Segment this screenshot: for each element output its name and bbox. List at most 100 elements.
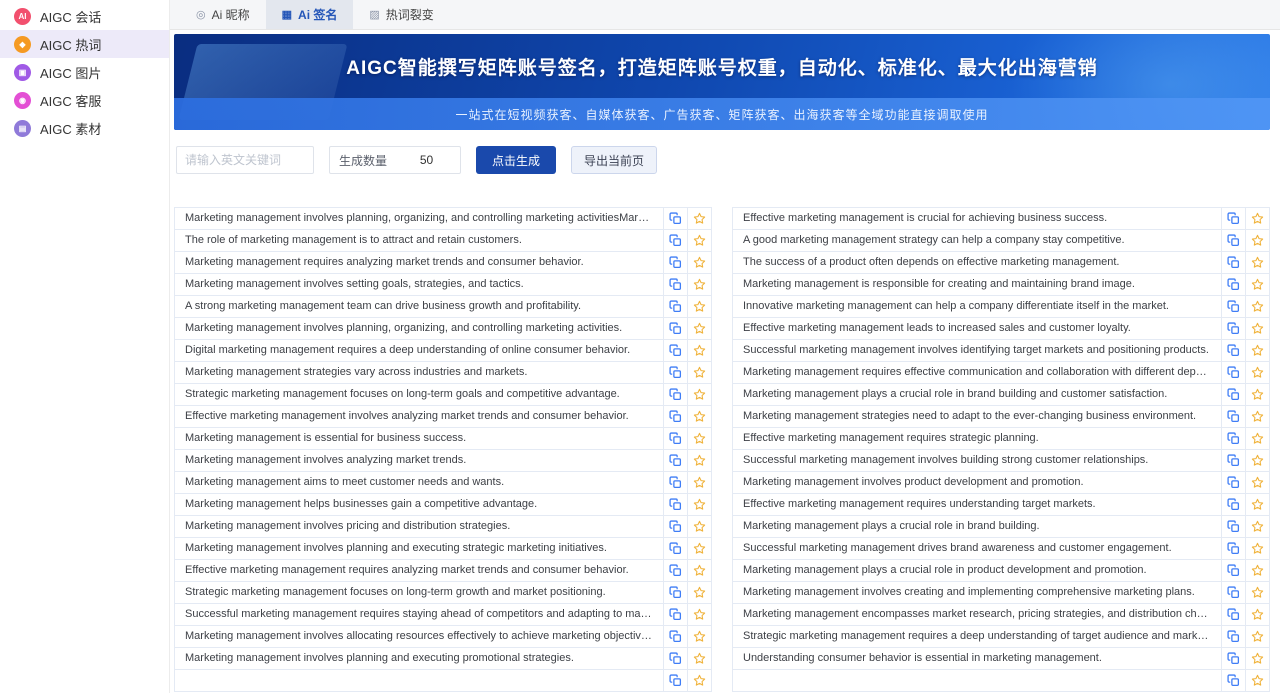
favorite-button[interactable] xyxy=(1245,582,1269,603)
favorite-button[interactable] xyxy=(687,604,711,625)
sidebar-item-aigc-service[interactable]: ◉ AIGC 客服 xyxy=(0,86,169,114)
sidebar-item-aigc-hotword[interactable]: ◆ AIGC 热词 xyxy=(0,30,169,58)
favorite-button[interactable] xyxy=(687,626,711,647)
copy-button[interactable] xyxy=(1221,296,1245,317)
keyword-input[interactable] xyxy=(176,146,314,174)
favorite-button[interactable] xyxy=(1245,670,1269,691)
favorite-button[interactable] xyxy=(687,340,711,361)
copy-button[interactable] xyxy=(1221,362,1245,383)
favorite-button[interactable] xyxy=(1245,274,1269,295)
favorite-button[interactable] xyxy=(687,494,711,515)
favorite-button[interactable] xyxy=(1245,560,1269,581)
copy-button[interactable] xyxy=(663,472,687,493)
copy-button[interactable] xyxy=(663,230,687,251)
copy-button[interactable] xyxy=(663,318,687,339)
copy-button[interactable] xyxy=(1221,208,1245,229)
favorite-button[interactable] xyxy=(1245,340,1269,361)
favorite-button[interactable] xyxy=(1245,318,1269,339)
favorite-button[interactable] xyxy=(1245,428,1269,449)
favorite-button[interactable] xyxy=(687,274,711,295)
copy-button[interactable] xyxy=(1221,318,1245,339)
sidebar-item-aigc-material[interactable]: ▤ AIGC 素材 xyxy=(0,114,169,142)
favorite-button[interactable] xyxy=(1245,516,1269,537)
copy-button[interactable] xyxy=(1221,230,1245,251)
favorite-button[interactable] xyxy=(1245,538,1269,559)
favorite-button[interactable] xyxy=(687,362,711,383)
favorite-button[interactable] xyxy=(687,560,711,581)
copy-button[interactable] xyxy=(1221,274,1245,295)
export-page-button[interactable]: 导出当前页 xyxy=(571,146,657,174)
copy-button[interactable] xyxy=(1221,384,1245,405)
favorite-button[interactable] xyxy=(687,538,711,559)
favorite-button[interactable] xyxy=(1245,626,1269,647)
favorite-button[interactable] xyxy=(687,516,711,537)
favorite-button[interactable] xyxy=(1245,604,1269,625)
copy-button[interactable] xyxy=(663,626,687,647)
favorite-button[interactable] xyxy=(1245,230,1269,251)
favorite-button[interactable] xyxy=(1245,384,1269,405)
copy-button[interactable] xyxy=(1221,538,1245,559)
copy-button[interactable] xyxy=(663,560,687,581)
copy-button[interactable] xyxy=(1221,252,1245,273)
copy-button[interactable] xyxy=(1221,648,1245,669)
favorite-button[interactable] xyxy=(687,472,711,493)
copy-button[interactable] xyxy=(1221,516,1245,537)
copy-button[interactable] xyxy=(1221,428,1245,449)
favorite-button[interactable] xyxy=(1245,252,1269,273)
copy-button[interactable] xyxy=(663,208,687,229)
favorite-button[interactable] xyxy=(687,208,711,229)
favorite-button[interactable] xyxy=(1245,406,1269,427)
copy-button[interactable] xyxy=(663,428,687,449)
copy-button[interactable] xyxy=(663,384,687,405)
favorite-button[interactable] xyxy=(1245,472,1269,493)
copy-button[interactable] xyxy=(663,538,687,559)
tab-ai-nickname[interactable]: ◎ Ai 昵称 xyxy=(180,0,266,29)
copy-button[interactable] xyxy=(663,516,687,537)
copy-button[interactable] xyxy=(1221,450,1245,471)
copy-button[interactable] xyxy=(1221,472,1245,493)
copy-button[interactable] xyxy=(663,296,687,317)
sidebar-item-aigc-chat[interactable]: AI AIGC 会话 xyxy=(0,2,169,30)
copy-button[interactable] xyxy=(663,252,687,273)
favorite-button[interactable] xyxy=(1245,208,1269,229)
copy-button[interactable] xyxy=(1221,626,1245,647)
favorite-button[interactable] xyxy=(687,582,711,603)
favorite-button[interactable] xyxy=(687,648,711,669)
copy-button[interactable] xyxy=(663,648,687,669)
copy-button[interactable] xyxy=(663,604,687,625)
tab-hotword-fission[interactable]: ▨ 热词裂变 xyxy=(353,0,449,29)
favorite-button[interactable] xyxy=(687,318,711,339)
favorite-button[interactable] xyxy=(1245,362,1269,383)
copy-button[interactable] xyxy=(1221,670,1245,691)
favorite-button[interactable] xyxy=(687,252,711,273)
copy-button[interactable] xyxy=(1221,340,1245,361)
copy-button[interactable] xyxy=(663,406,687,427)
copy-button[interactable] xyxy=(663,274,687,295)
favorite-button[interactable] xyxy=(1245,296,1269,317)
copy-button[interactable] xyxy=(663,340,687,361)
copy-button[interactable] xyxy=(1221,494,1245,515)
favorite-button[interactable] xyxy=(687,296,711,317)
favorite-button[interactable] xyxy=(687,450,711,471)
favorite-button[interactable] xyxy=(687,384,711,405)
generate-button[interactable]: 点击生成 xyxy=(476,146,556,174)
copy-button[interactable] xyxy=(1221,604,1245,625)
favorite-button[interactable] xyxy=(1245,648,1269,669)
generate-count-input[interactable] xyxy=(393,153,460,167)
favorite-button[interactable] xyxy=(687,428,711,449)
favorite-button[interactable] xyxy=(1245,494,1269,515)
tab-ai-signature[interactable]: ▦ Ai 签名 xyxy=(266,0,354,29)
copy-button[interactable] xyxy=(1221,560,1245,581)
copy-button[interactable] xyxy=(663,582,687,603)
copy-button[interactable] xyxy=(663,494,687,515)
copy-button[interactable] xyxy=(663,450,687,471)
copy-button[interactable] xyxy=(663,362,687,383)
copy-button[interactable] xyxy=(1221,406,1245,427)
sidebar-item-aigc-image[interactable]: ▣ AIGC 图片 xyxy=(0,58,169,86)
favorite-button[interactable] xyxy=(687,230,711,251)
favorite-button[interactable] xyxy=(687,406,711,427)
favorite-button[interactable] xyxy=(687,670,711,691)
copy-button[interactable] xyxy=(663,670,687,691)
copy-button[interactable] xyxy=(1221,582,1245,603)
favorite-button[interactable] xyxy=(1245,450,1269,471)
